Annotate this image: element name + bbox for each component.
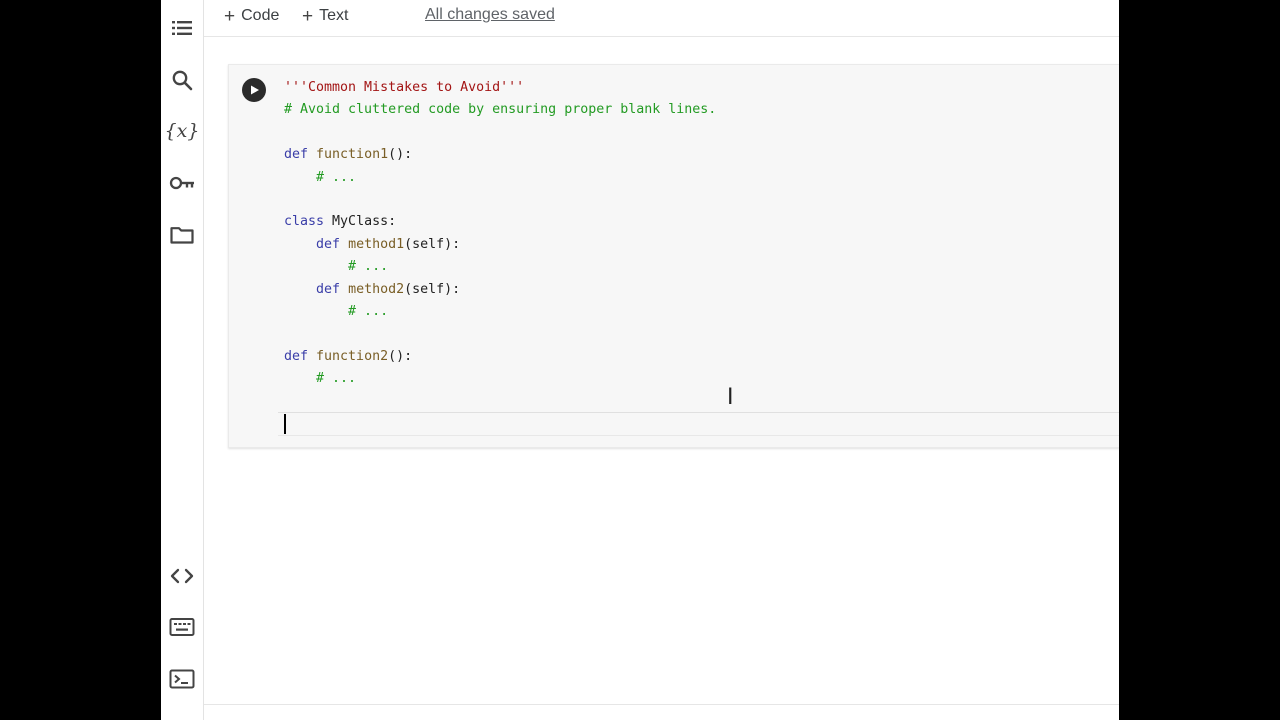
code-line: class MyClass: xyxy=(284,211,1119,233)
text-caret xyxy=(284,414,286,434)
code-line: # Avoid cluttered code by ensuring prope… xyxy=(284,99,1119,121)
code-token: class xyxy=(284,214,333,230)
run-cell-button[interactable] xyxy=(242,78,266,102)
code-token: def xyxy=(284,147,317,163)
code-token: (): xyxy=(388,147,413,163)
plus-icon: + xyxy=(224,5,236,27)
bottom-divider xyxy=(204,704,1119,705)
code-line: # ... xyxy=(284,368,1119,390)
code-token: def xyxy=(316,281,349,297)
code-token: (): xyxy=(388,348,413,364)
code-token: method1 xyxy=(348,236,405,252)
code-token: method2 xyxy=(348,281,405,297)
variables-glyph: {x} xyxy=(164,120,200,142)
save-status-link[interactable]: All changes saved xyxy=(425,6,555,24)
code-token: MyClass: xyxy=(332,214,397,230)
table-of-contents-icon[interactable] xyxy=(168,14,196,42)
code-token: '''Common Mistakes to Avoid''' xyxy=(284,80,525,95)
code-line: def method1(self): xyxy=(284,234,1119,256)
command-palette-icon[interactable] xyxy=(168,613,196,641)
code-line: # ... xyxy=(284,167,1119,189)
add-text-cell-button[interactable]: + Text xyxy=(302,5,348,27)
code-line: def method2(self): xyxy=(284,279,1119,301)
code-line: '''Common Mistakes to Avoid''' xyxy=(284,77,1119,99)
code-line: def function1(): xyxy=(284,144,1119,166)
code-line: # ... xyxy=(284,301,1119,323)
variables-icon[interactable]: {x} xyxy=(165,117,200,145)
code-cell[interactable]: '''Common Mistakes to Avoid''' # Avoid cl… xyxy=(228,64,1119,448)
terminal-icon[interactable] xyxy=(168,665,196,693)
add-code-label: Code xyxy=(241,7,280,24)
mouse-text-cursor: I xyxy=(727,385,734,410)
files-folder-icon[interactable] xyxy=(168,221,196,249)
code-token: function2 xyxy=(316,348,389,364)
code-line: # ... xyxy=(284,256,1119,278)
code-token: (self): xyxy=(404,281,461,297)
notebook-toolbar: + Code + Text All changes saved xyxy=(204,0,1119,37)
code-token: function1 xyxy=(316,147,389,163)
code-line: def function2(): xyxy=(284,346,1119,368)
active-line-highlight xyxy=(278,412,1119,436)
add-code-cell-button[interactable]: + Code xyxy=(224,5,279,27)
code-token: (self): xyxy=(404,236,461,252)
plus-icon: + xyxy=(302,5,314,27)
play-icon xyxy=(251,85,259,95)
code-token: # Avoid cluttered code by ensuring prope… xyxy=(284,102,717,118)
left-sidebar: {x} xyxy=(161,0,204,720)
code-editor[interactable]: '''Common Mistakes to Avoid''' # Avoid cl… xyxy=(284,77,1119,390)
secrets-key-icon[interactable] xyxy=(168,169,196,197)
code-token: # ... xyxy=(348,303,389,319)
add-text-label: Text xyxy=(319,7,349,24)
code-snippets-icon[interactable] xyxy=(168,562,196,590)
code-token: # ... xyxy=(316,169,357,185)
code-token: def xyxy=(284,348,317,364)
search-icon[interactable] xyxy=(168,66,196,94)
code-token: # ... xyxy=(348,259,389,275)
code-token: # ... xyxy=(316,371,357,387)
colab-notebook-window: {x} + Code + Text All changes saved '''C… xyxy=(161,0,1119,720)
code-token: def xyxy=(316,236,349,252)
